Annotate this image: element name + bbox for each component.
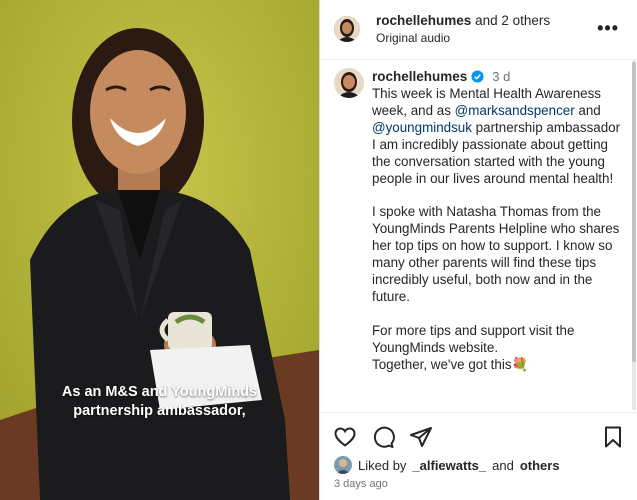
comment-avatar[interactable] [334,68,364,98]
caption-line-2: partnership ambassador, [73,403,246,419]
post-sidebar: rochellehumes and 2 others Original audi… [319,0,637,500]
comment-header: rochellehumes 3 d [372,69,510,84]
audio-link[interactable]: Original audio [376,31,450,45]
comment-text-part-2: and [574,102,605,118]
author-avatar[interactable] [334,16,360,42]
comment-time[interactable]: 3 d [492,69,510,84]
liker-avatar[interactable] [334,456,352,474]
comment-bubble-icon[interactable] [371,425,395,449]
verified-badge-icon [471,70,484,83]
caption-line-1: As an M&S and YoungMinds [61,384,258,400]
save-bookmark-icon[interactable] [601,425,625,449]
likes-others-link[interactable]: others [520,458,560,473]
comments-scrollbar-thumb[interactable] [632,62,636,362]
more-options-icon[interactable]: ••• [597,18,619,39]
mention-marksandspencer[interactable]: @marksandspencer [455,103,575,118]
post-timestamp[interactable]: 3 days ago [334,478,388,490]
comment-author-link[interactable]: rochellehumes [372,69,467,84]
share-paper-plane-icon[interactable] [409,425,433,449]
caption-comment: rochellehumes 3 d This week is Mental He… [320,60,637,412]
bouquet-emoji-icon: 💐 [511,356,529,372]
mention-youngmindsuk[interactable]: @youngmindsuk [372,120,472,135]
post-author-line: rochellehumes and 2 others [376,13,550,28]
coauthors-link[interactable]: and 2 others [475,13,550,28]
likes-and: and [492,457,514,473]
likes-summary: Liked by _alfiewatts_ and others [334,456,560,474]
video-caption: As an M&S and YoungMinds partnership amb… [0,383,319,421]
video-frame-illustration [0,0,319,500]
likes-prefix: Liked by [358,457,407,473]
post-header: rochellehumes and 2 others Original audi… [320,0,637,60]
post-author-link[interactable]: rochellehumes [376,13,471,28]
action-bar [320,412,637,453]
liker-username-link[interactable]: _alfiewatts_ [412,458,486,473]
post-video[interactable]: As an M&S and YoungMinds partnership amb… [0,0,319,500]
like-heart-icon[interactable] [333,425,357,449]
comment-text-part-3: partnership ambassador I am incredibly p… [372,119,621,372]
comment-text: This week is Mental Health Awareness wee… [372,86,625,373]
